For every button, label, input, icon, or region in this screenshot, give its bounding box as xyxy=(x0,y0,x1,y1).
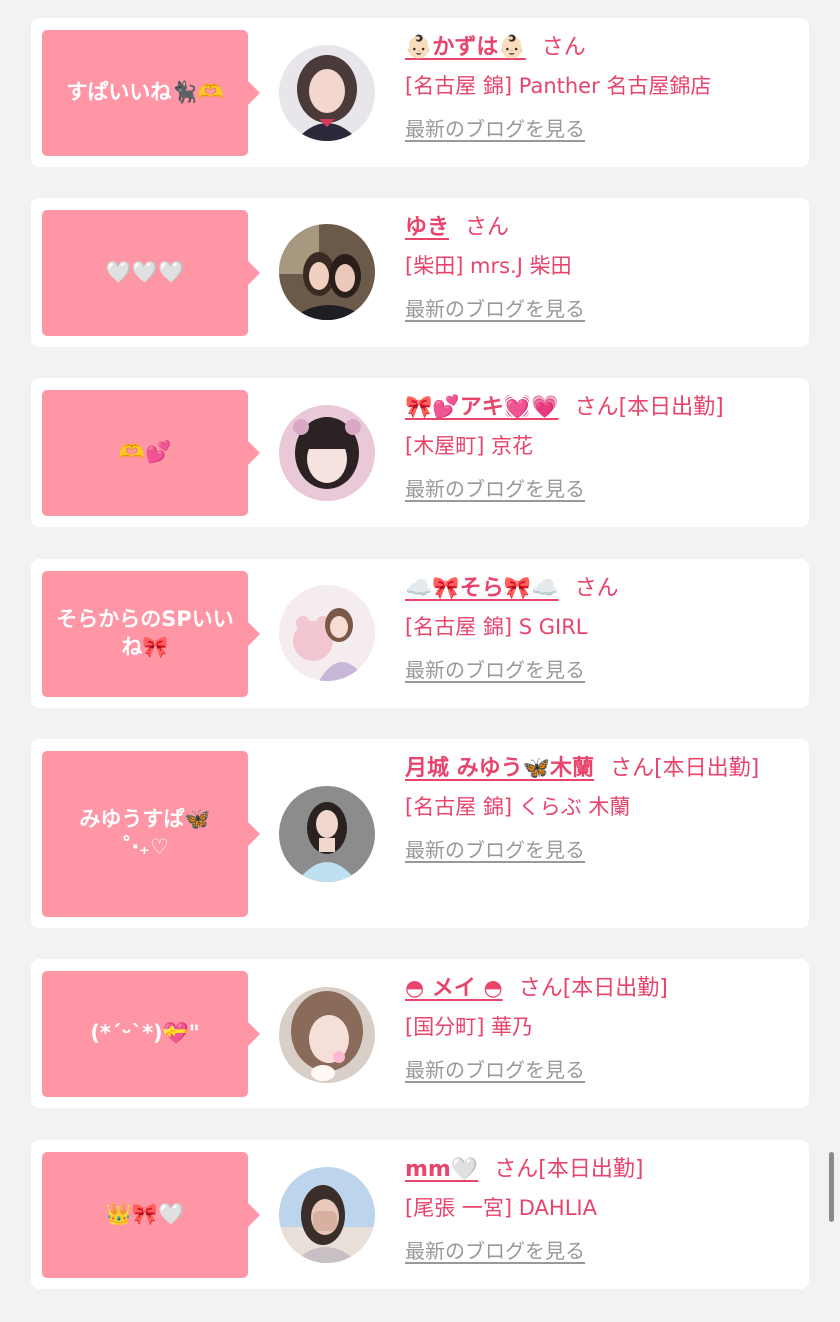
shop-label: [国分町] 華乃 xyxy=(405,1015,534,1039)
name-line: ◓ メイ ◓ さん[本日出勤] xyxy=(405,969,779,1008)
post-card-6: (*ˊᵕˋ*)💝" ◓ メイ ◓ さん[本日出勤] [国分町] 華乃 最新のブログ… xyxy=(31,959,809,1108)
girl-photo-avatar-icon xyxy=(279,1167,375,1263)
message-bubble: すぱいいね🐈‍⬛🫶 xyxy=(42,30,260,156)
girl-name-link[interactable]: ◓ メイ ◓ xyxy=(405,976,503,1001)
name-suffix: さん xyxy=(541,35,586,60)
avatar[interactable] xyxy=(279,405,375,501)
post-info: ☁️🎀そら🎀☁️ さん [名古屋 錦] S GIRL 最新のブログを見る xyxy=(405,569,779,682)
girl-name-link[interactable]: 👶🏻かずは👶🏻 xyxy=(405,35,526,60)
avatar[interactable] xyxy=(279,1167,375,1263)
name-suffix: さん[本日出勤] xyxy=(518,976,668,1001)
girl-name-link[interactable]: ゆき xyxy=(405,215,449,240)
post-card-4: そらからのSPいいね🎀 ☁️🎀そら🎀☁️ さん [名古屋 錦] S GIRL 最新… xyxy=(31,559,809,708)
post-card-5: みゆうすぱ🦋 ˚‧₊♡ 月城 みゆう🦋木蘭 さん[本日出勤] [名古屋 錦] くら… xyxy=(31,739,809,928)
name-line: ☁️🎀そら🎀☁️ さん xyxy=(405,569,779,608)
shop-label: [木屋町] 京花 xyxy=(405,434,534,458)
girl-name-link[interactable]: 🎀💕アキ💓💗 xyxy=(405,395,559,420)
girl-name-link[interactable]: ☁️🎀そら🎀☁️ xyxy=(405,576,559,601)
avatar[interactable] xyxy=(279,987,375,1083)
message-bubble: 🤍🤍🤍 xyxy=(42,210,260,336)
name-suffix: さん xyxy=(465,215,510,240)
avatar[interactable] xyxy=(279,45,375,141)
name-line: 🎀💕アキ💓💗 さん[本日出勤] xyxy=(405,388,779,427)
name-line: ゆき さん xyxy=(405,208,779,247)
post-info: ゆき さん [柴田] mrs.J 柴田 最新のブログを見る xyxy=(405,208,779,321)
name-line: 月城 みゆう🦋木蘭 さん[本日出勤] xyxy=(405,749,779,788)
blog-link[interactable]: 最新のブログを見る xyxy=(405,658,585,682)
post-info: 👶🏻かずは👶🏻 さん [名古屋 錦] Panther 名古屋錦店 最新のブログを見… xyxy=(405,28,779,141)
girl-name-link[interactable]: mm🤍 xyxy=(405,1157,478,1182)
post-info: 月城 みゆう🦋木蘭 さん[本日出勤] [名古屋 錦] くらぶ 木蘭 最新のブログを… xyxy=(405,749,779,862)
blog-link[interactable]: 最新のブログを見る xyxy=(405,477,585,501)
name-line: mm🤍 さん[本日出勤] xyxy=(405,1150,779,1189)
name-line: 👶🏻かずは👶🏻 さん xyxy=(405,28,779,67)
post-info: mm🤍 さん[本日出勤] [尾張 一宮] DAHLIA 最新のブログを見る xyxy=(405,1150,779,1263)
name-suffix: さん xyxy=(574,576,619,601)
post-info: ◓ メイ ◓ さん[本日出勤] [国分町] 華乃 最新のブログを見る xyxy=(405,969,779,1082)
message-bubble: 🫶💕 xyxy=(42,390,260,516)
post-card-7: 👑🎀🤍 mm🤍 さん[本日出勤] [尾張 一宮] DAHLIA 最新のブログを見る xyxy=(31,1140,809,1289)
name-suffix: さん[本日出勤] xyxy=(610,756,760,781)
shop-label: [尾張 一宮] DAHLIA xyxy=(405,1196,597,1220)
name-suffix: さん[本日出勤] xyxy=(574,395,724,420)
girl-photo-avatar-icon xyxy=(279,45,375,141)
girl-photo-avatar-icon xyxy=(279,786,375,882)
post-card-3: 🫶💕 🎀💕アキ💓💗 さん[本日出勤] [木屋町] 京花 最新のブログを見る xyxy=(31,378,809,527)
girl-name-link[interactable]: 月城 みゆう🦋木蘭 xyxy=(405,756,594,781)
shop-label: [柴田] mrs.J 柴田 xyxy=(405,254,572,278)
shop-label: [名古屋 錦] くらぶ 木蘭 xyxy=(405,795,631,819)
avatar[interactable] xyxy=(279,224,375,320)
shop-label: [名古屋 錦] S GIRL xyxy=(405,615,588,639)
name-suffix: さん[本日出勤] xyxy=(494,1157,644,1182)
message-bubble: 👑🎀🤍 xyxy=(42,1152,260,1278)
blog-link[interactable]: 最新のブログを見る xyxy=(405,1239,585,1263)
blog-link[interactable]: 最新のブログを見る xyxy=(405,838,585,862)
blog-link[interactable]: 最新のブログを見る xyxy=(405,1058,585,1082)
message-bubble: みゆうすぱ🦋 ˚‧₊♡ xyxy=(42,751,260,917)
girl-photo-avatar-icon xyxy=(279,585,375,681)
avatar[interactable] xyxy=(279,786,375,882)
message-bubble: そらからのSPいいね🎀 xyxy=(42,571,260,697)
shop-label: [名古屋 錦] Panther 名古屋錦店 xyxy=(405,74,712,98)
post-card-2: 🤍🤍🤍 ゆき さん [柴田] mrs.J 柴田 最新のブログを見る xyxy=(31,198,809,347)
girl-photo-avatar-icon xyxy=(279,987,375,1083)
avatar[interactable] xyxy=(279,585,375,681)
post-info: 🎀💕アキ💓💗 さん[本日出勤] [木屋町] 京花 最新のブログを見る xyxy=(405,388,779,501)
blog-link[interactable]: 最新のブログを見る xyxy=(405,117,585,141)
scrollbar[interactable] xyxy=(829,1152,834,1222)
girl-photo-avatar-icon xyxy=(279,224,375,320)
girl-photo-avatar-icon xyxy=(279,405,375,501)
post-card-1: すぱいいね🐈‍⬛🫶 👶🏻かずは👶🏻 さん [名古屋 錦] Panther 名古屋錦… xyxy=(31,18,809,167)
message-bubble: (*ˊᵕˋ*)💝" xyxy=(42,971,260,1097)
blog-link[interactable]: 最新のブログを見る xyxy=(405,297,585,321)
